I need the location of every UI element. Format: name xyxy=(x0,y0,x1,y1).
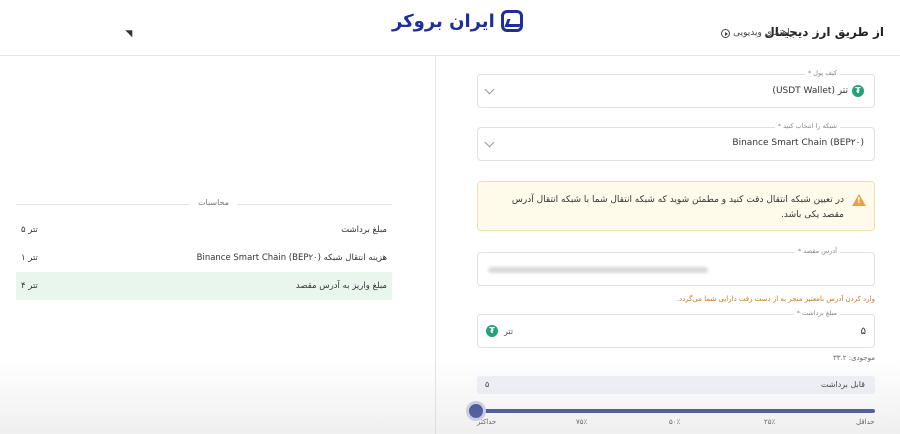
calc-legend: محاسبات xyxy=(190,198,237,207)
network-warning: در تعیین شبکه انتقال دقت کنید و مطمئن شو… xyxy=(477,181,875,231)
video-guide-link[interactable]: راهنمای ویدیویی xyxy=(721,28,794,38)
logo-mark-icon xyxy=(500,10,523,32)
calc-row-network-fee: ۱ تتر هزینه انتقال شبکه (BEP۲۰) Binance … xyxy=(16,244,392,272)
wallet-label: کیف پول * xyxy=(804,69,840,77)
warning-text: در تعیین شبکه انتقال دقت کنید و مطمئن شو… xyxy=(511,195,844,220)
withdrawable-label: قابل برداشت xyxy=(820,380,865,389)
network-value: Binance Smart Chain (BEP۲۰) xyxy=(732,138,864,148)
network-label: شبکه را انتخاب کنید * xyxy=(774,122,840,130)
play-icon xyxy=(721,28,731,38)
wallet-select[interactable]: کیف پول * ₮ تتر (USDT Wallet) xyxy=(477,69,875,108)
amount-slider-track[interactable] xyxy=(477,409,875,413)
amount-unit-label: تتر xyxy=(504,326,514,336)
balance-text: موجودی: ۳۳.۲ xyxy=(832,354,875,362)
slider-label-25: ۲۵٪ xyxy=(764,418,776,426)
calc-row-label: مبلغ برداشت xyxy=(341,225,387,235)
address-hint: وارد کردن آدرس نامعتبر منجر به از دست رف… xyxy=(676,295,875,303)
network-select[interactable]: شبکه را انتخاب کنید * Binance Smart Chai… xyxy=(477,122,875,161)
chevron-down-icon xyxy=(484,137,495,148)
logo-text: ایران بروکر xyxy=(392,10,495,32)
calc-row-withdraw-amount: ۵ تتر مبلغ برداشت xyxy=(16,216,392,244)
slider-label-min: حداقل xyxy=(856,418,875,426)
calc-row-value: ۱ تتر xyxy=(21,253,38,263)
tether-icon: ₮ xyxy=(852,85,864,97)
wallet-value-wrap: ₮ تتر (USDT Wallet) xyxy=(772,85,864,97)
calc-row-value: ۵ تتر xyxy=(21,225,38,235)
panel-divider xyxy=(435,56,436,434)
chevron-down-icon xyxy=(484,84,495,95)
logo[interactable]: ایران بروکر xyxy=(392,10,523,32)
destination-address-input[interactable]: آدرس مقصد * xyxy=(477,247,875,286)
slider-label-50: ۵۰٪ xyxy=(669,418,681,426)
wallet-value: تتر (USDT Wallet) xyxy=(772,86,848,96)
calc-row-value: ۴ تتر xyxy=(21,281,38,291)
withdrawable-value: ۵ xyxy=(485,380,490,389)
amount-unit: تتر ₮ xyxy=(486,325,513,337)
address-label: آدرس مقصد * xyxy=(795,247,840,255)
slider-label-75: ۷۵٪ xyxy=(576,418,588,426)
slider-label-max: حداکثر xyxy=(477,418,497,426)
tether-icon: ₮ xyxy=(486,325,498,337)
withdrawable-box: قابل برداشت ۵ xyxy=(477,376,875,394)
calc-row-label: هزینه انتقال شبکه (BEP۲۰) Binance Smart … xyxy=(196,253,387,263)
video-guide-label: راهنمای ویدیویی xyxy=(733,28,794,38)
amount-label: مبلغ برداشت * xyxy=(793,309,840,317)
mouse-cursor-icon xyxy=(125,26,136,38)
calc-row-deposit-amount: ۴ تتر مبلغ واریز به آدرس مقصد xyxy=(16,272,392,300)
withdraw-page: از طریق ارز دیجیتال راهنمای ویدیویی ایرا… xyxy=(0,0,900,434)
amount-value: ۵ xyxy=(860,326,866,337)
calc-row-label: مبلغ واریز به آدرس مقصد xyxy=(295,281,387,291)
top-header: از طریق ارز دیجیتال راهنمای ویدیویی ایرا… xyxy=(0,0,900,56)
withdraw-amount-input[interactable]: مبلغ برداشت * ۵ تتر ₮ xyxy=(477,309,875,348)
warning-icon xyxy=(852,194,866,206)
address-value-blurred xyxy=(488,267,708,273)
